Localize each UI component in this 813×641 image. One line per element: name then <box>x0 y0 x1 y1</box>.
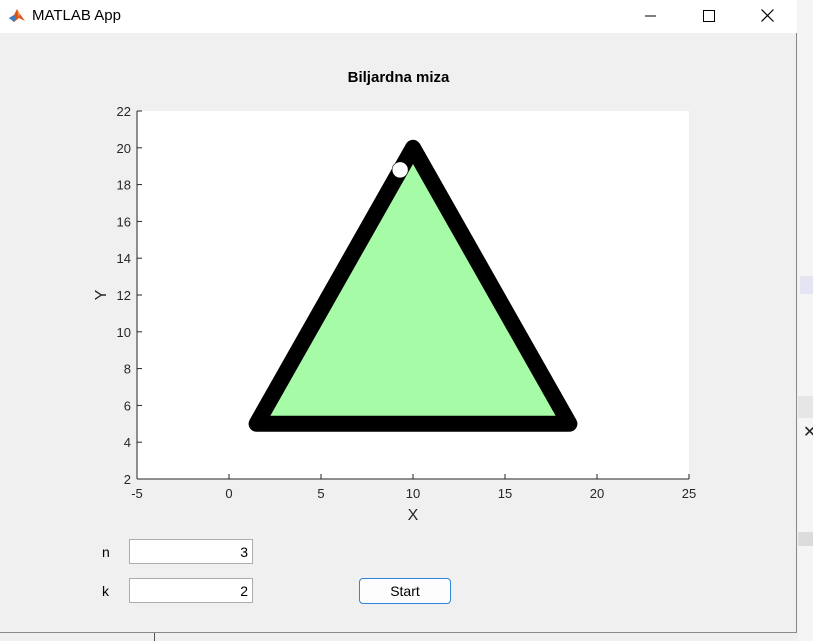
y-tick-label: 4 <box>124 435 131 450</box>
x-tick-label: 25 <box>682 486 696 501</box>
background-highlight <box>800 276 813 294</box>
plot-area[interactable]: -5 0 5 10 15 20 25 2 4 6 8 10 12 14 16 18 20 22 X Y <box>0 0 797 540</box>
x-tick-label: 15 <box>498 486 512 501</box>
y-tick-label: 8 <box>124 362 131 377</box>
background-tick <box>154 633 155 641</box>
app-window: MATLAB App Biljardna miza -5 0 5 10 15 20 25 2 4… <box>0 0 797 633</box>
y-tick-label: 20 <box>117 141 131 156</box>
y-tick-label: 16 <box>117 214 131 229</box>
k-field[interactable] <box>129 578 253 603</box>
y-tick-label: 10 <box>117 325 131 340</box>
background-close-icon: ✕ <box>803 424 813 441</box>
y-tick-label: 14 <box>117 251 131 266</box>
n-label: n <box>102 544 110 560</box>
background-band <box>798 396 813 418</box>
x-tick-label: 20 <box>590 486 604 501</box>
x-tick-label: 5 <box>317 486 324 501</box>
x-tick-label: 0 <box>225 486 232 501</box>
k-label: k <box>102 583 109 599</box>
start-button[interactable]: Start <box>359 578 451 604</box>
x-tick-label: 10 <box>406 486 420 501</box>
y-tick-label: 12 <box>117 288 131 303</box>
x-axis-label: X <box>408 507 419 524</box>
n-field[interactable] <box>129 539 253 564</box>
ball-marker <box>391 161 409 179</box>
background-band-lower <box>798 532 813 546</box>
y-tick-label: 6 <box>124 398 131 413</box>
y-tick-label: 18 <box>117 178 131 193</box>
y-tick-label: 22 <box>117 104 131 119</box>
y-axis-label: Y <box>93 289 110 300</box>
y-tick-label: 2 <box>124 472 131 487</box>
x-tick-label: -5 <box>131 486 143 501</box>
